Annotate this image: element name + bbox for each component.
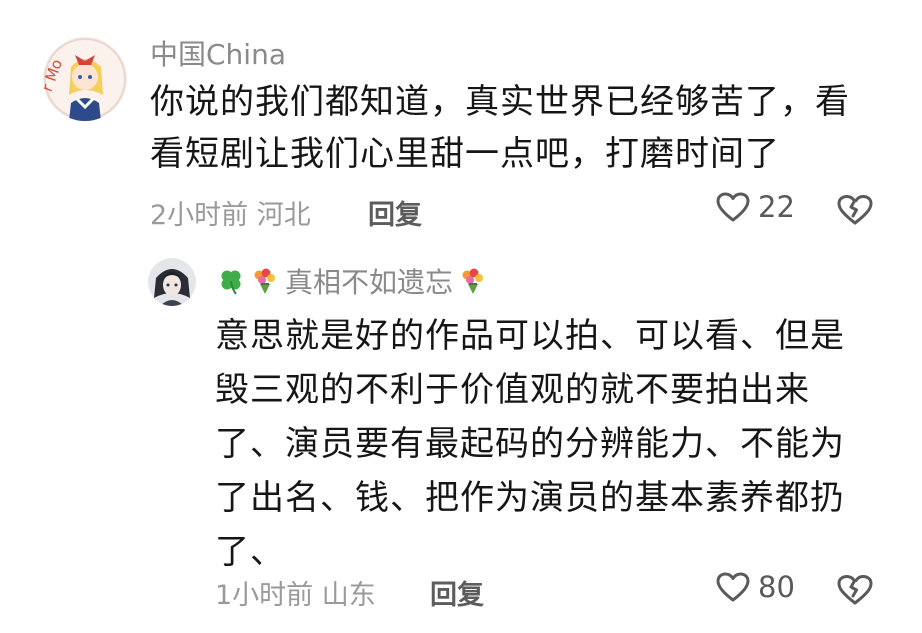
clover-icon — [217, 267, 245, 295]
comment-text: 你说的我们都知道，真实世界已经够苦了，看 看短剧让我们心里甜一点吧，打磨时间了 — [150, 82, 850, 174]
like-count: 80 — [758, 570, 795, 604]
avatar[interactable] — [148, 258, 196, 306]
comment-meta: 2小时前 河北 — [150, 193, 311, 232]
dislike-button[interactable] — [836, 574, 874, 610]
broken-heart-icon — [837, 195, 873, 225]
comment-location: 河北 — [256, 200, 311, 231]
reply-username-row[interactable]: 真相不如遗忘 — [217, 261, 493, 301]
like-button[interactable]: 80 — [716, 570, 795, 604]
reply-time: 1小时前 — [215, 580, 314, 611]
broken-heart-icon — [837, 575, 873, 605]
heart-icon — [716, 572, 750, 602]
bouquet-icon — [459, 267, 487, 295]
reply-location: 山东 — [321, 580, 376, 611]
like-button[interactable]: 22 — [716, 190, 795, 224]
comment-time: 2小时前 — [150, 200, 249, 231]
heart-icon — [716, 192, 750, 222]
like-count: 22 — [758, 190, 795, 224]
reply-username[interactable]: 真相不如遗忘 — [285, 261, 453, 301]
reply-button[interactable]: 回复 — [368, 193, 422, 232]
comment-username[interactable]: 中国China — [150, 33, 286, 73]
bouquet-icon — [251, 267, 279, 295]
reply-text: 意思就是好的作品可以拍、可以看、但是 毁三观的不利于价值观的就不要拍出来 了、演… — [215, 316, 845, 572]
reply-button[interactable]: 回复 — [430, 573, 484, 612]
dislike-button[interactable] — [836, 194, 874, 230]
avatar[interactable]: r Mo — [43, 37, 127, 121]
reply-meta: 1小时前 山东 — [215, 573, 376, 612]
